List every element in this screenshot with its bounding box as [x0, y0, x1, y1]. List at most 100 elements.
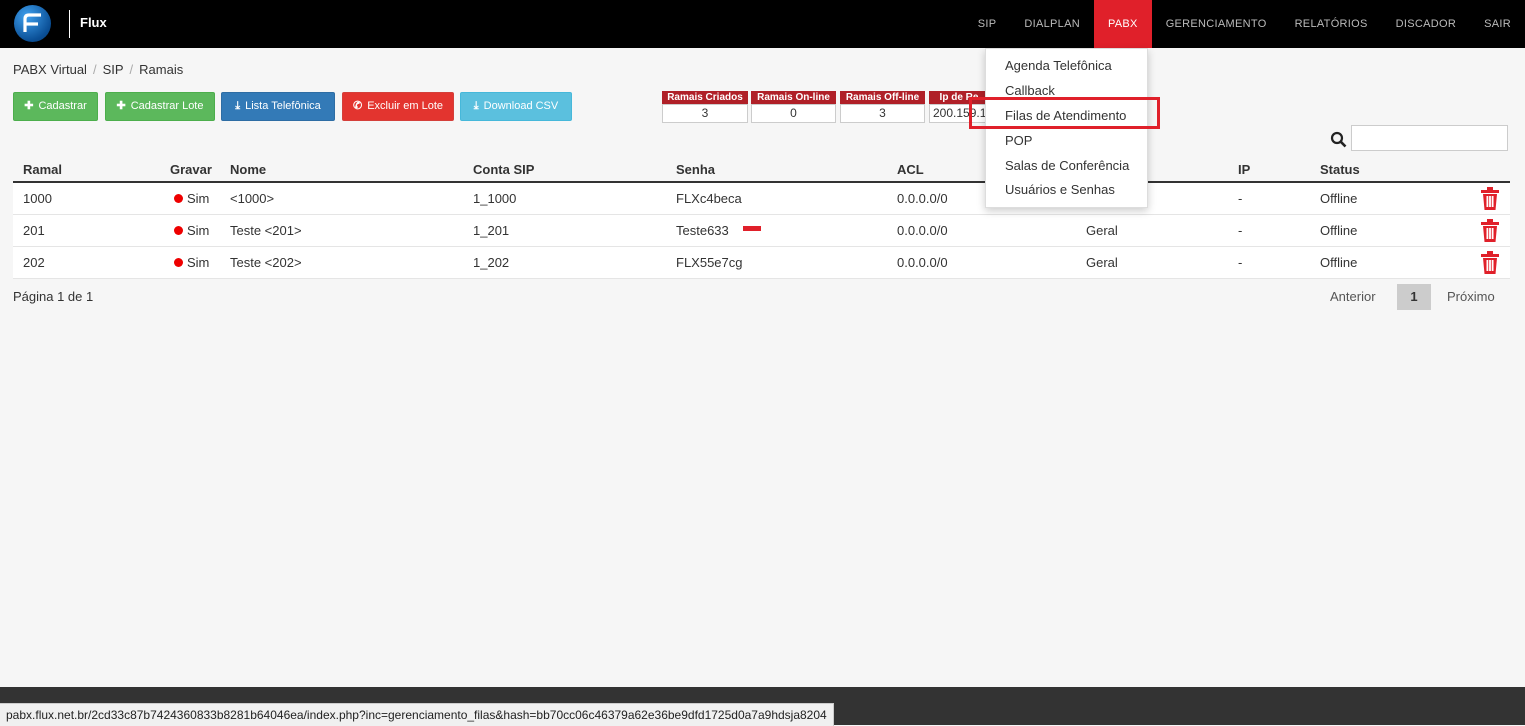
trash-icon[interactable]	[1479, 219, 1501, 246]
brand-divider	[69, 10, 70, 38]
counter-ramais-offline: Ramais Off-line 3	[840, 91, 925, 123]
senha-value: Teste633	[676, 223, 729, 238]
page-info: Página 1 de 1	[13, 289, 94, 304]
cell-senha: FLXc4beca	[676, 191, 742, 206]
nav-sair[interactable]: SAIR	[1470, 0, 1525, 48]
cadastrar-label: Cadastrar	[38, 100, 87, 112]
download-icon: ⤓	[235, 100, 241, 112]
cell-nome: <1000>	[230, 191, 275, 206]
cell-ramal: 202	[23, 255, 45, 270]
breadcrumb-separator: /	[129, 62, 134, 77]
cell-ramal: 1000	[23, 191, 52, 206]
th-nome[interactable]: Nome	[230, 162, 266, 177]
download-csv-button[interactable]: ⤓ Download CSV	[460, 92, 572, 121]
menu-item-usuarios-e-senhas[interactable]: Usuários e Senhas	[1005, 182, 1115, 197]
cadastrar-lote-label: Cadastrar Lote	[130, 100, 204, 112]
counter-ip: Ip de Re 200.159.1	[929, 91, 989, 123]
top-navbar: Flux SIP DIALPLAN PABX GERENCIAMENTO REL…	[0, 0, 1525, 48]
phone-icon: ✆	[352, 100, 363, 112]
th-gravar[interactable]: Gravar	[170, 162, 212, 177]
cell-conta-sip: 1_202	[473, 255, 510, 270]
menu-item-salas-de-conferencia[interactable]: Salas de Conferência	[1005, 158, 1129, 173]
th-conta-sip[interactable]: Conta SIP	[473, 162, 534, 177]
cell-status: Offline	[1320, 255, 1358, 270]
cell-ip: -	[1238, 191, 1243, 206]
status-url: pabx.flux.net.br/2cd33c87b7424360833b828…	[0, 703, 834, 726]
cadastrar-lote-button[interactable]: ✚ Cadastrar Lote	[105, 92, 215, 121]
counter-value: 0	[751, 104, 836, 123]
th-senha[interactable]: Senha	[676, 162, 715, 177]
menu-item-callback[interactable]: Callback	[1005, 83, 1055, 98]
pagination-next[interactable]: Próximo	[1447, 284, 1495, 310]
pabx-dropdown-menu: Agenda Telefônica Callback Filas de Aten…	[985, 48, 1148, 208]
gravar-value: Sim	[187, 255, 210, 270]
cadastrar-button[interactable]: ✚ Cadastrar	[13, 92, 98, 121]
flux-logo-icon[interactable]	[14, 5, 51, 42]
brand-name[interactable]: Flux	[80, 15, 107, 30]
nav-dialplan[interactable]: DIALPLAN	[1010, 0, 1094, 48]
lista-telefonica-button[interactable]: ⤓ Lista Telefônica	[221, 92, 335, 121]
plus-icon: ✚	[24, 100, 34, 112]
cell-conta-sip: 1_201	[473, 223, 510, 238]
breadcrumb-pabx-virtual[interactable]: PABX Virtual	[13, 62, 87, 77]
counter-value: 200.159.1	[929, 104, 989, 123]
nav-pabx[interactable]: PABX	[1093, 0, 1152, 48]
th-ip[interactable]: IP	[1238, 162, 1250, 177]
record-dot-icon	[174, 226, 183, 236]
record-dot-icon	[174, 258, 183, 268]
counter-label: Ramais Criados	[662, 91, 748, 104]
cell-conta-sip: 1_1000	[473, 191, 517, 206]
breadcrumb: PABX Virtual / SIP / Ramais	[13, 62, 183, 77]
pagination-current[interactable]: 1	[1397, 284, 1431, 310]
cell-nome: Teste <201>	[230, 223, 302, 238]
plus-icon: ✚	[116, 100, 126, 112]
pagination-prev[interactable]: Anterior	[1330, 284, 1376, 310]
nav-sip[interactable]: SIP	[964, 0, 1011, 48]
excluir-lote-button[interactable]: ✆ Excluir em Lote	[342, 92, 454, 121]
table-row[interactable]: 201 Sim Teste <201> 1_201 Teste633 0.0.0…	[13, 215, 1510, 247]
counter-ramais-online: Ramais On-line 0	[751, 91, 836, 123]
counter-value: 3	[662, 104, 748, 123]
nav-discador[interactable]: DISCADOR	[1382, 0, 1470, 48]
search-input[interactable]	[1351, 125, 1508, 151]
gravar-value: Sim	[187, 191, 210, 206]
download-icon: ⤓	[473, 100, 479, 112]
cell-acl: 0.0.0.0/0	[897, 191, 948, 206]
search-icon[interactable]	[1330, 131, 1347, 151]
th-status[interactable]: Status	[1320, 162, 1360, 177]
trash-icon[interactable]	[1479, 187, 1501, 214]
ramais-table: Ramal Gravar Nome Conta SIP Senha ACL IP…	[13, 158, 1510, 279]
menu-item-filas-de-atendimento[interactable]: Filas de Atendimento	[1005, 108, 1126, 123]
table-row[interactable]: 1000 Sim <1000> 1_1000 FLXc4beca 0.0.0.0…	[13, 183, 1510, 215]
record-dot-icon	[174, 194, 183, 204]
nav-relatorios[interactable]: RELATÓRIOS	[1281, 0, 1382, 48]
excluir-lote-label: Excluir em Lote	[367, 100, 444, 112]
cell-acl: 0.0.0.0/0	[897, 255, 948, 270]
counter-ramais-criados: Ramais Criados 3	[662, 91, 748, 123]
menu-item-pop[interactable]: POP	[1005, 133, 1032, 148]
counter-label: Ip de Re	[929, 91, 989, 104]
counter-value: 3	[840, 104, 925, 123]
cell-gravar: Sim	[174, 255, 209, 270]
cell-grupo: Geral	[1086, 223, 1118, 238]
lista-telefonica-label: Lista Telefônica	[245, 100, 321, 112]
cell-senha: FLX55e7cg	[676, 255, 743, 270]
th-ramal[interactable]: Ramal	[23, 162, 62, 177]
counter-label: Ramais On-line	[751, 91, 836, 104]
cell-status: Offline	[1320, 191, 1358, 206]
cell-status: Offline	[1320, 223, 1358, 238]
cell-gravar: Sim	[174, 191, 209, 206]
main-nav: SIP DIALPLAN PABX GERENCIAMENTO RELATÓRI…	[964, 0, 1525, 48]
nav-gerenciamento[interactable]: GERENCIAMENTO	[1152, 0, 1281, 48]
cell-ip: -	[1238, 255, 1243, 270]
cell-acl: 0.0.0.0/0	[897, 223, 948, 238]
breadcrumb-sip[interactable]: SIP	[103, 62, 124, 77]
th-acl[interactable]: ACL	[897, 162, 924, 177]
table-row[interactable]: 202 Sim Teste <202> 1_202 FLX55e7cg 0.0.…	[13, 247, 1510, 279]
cell-ramal: 201	[23, 223, 45, 238]
cell-ip: -	[1238, 223, 1243, 238]
gravar-value: Sim	[187, 223, 210, 238]
cell-gravar: Sim	[174, 223, 209, 238]
trash-icon[interactable]	[1479, 251, 1501, 278]
menu-item-agenda-telefonica[interactable]: Agenda Telefônica	[1005, 58, 1112, 73]
